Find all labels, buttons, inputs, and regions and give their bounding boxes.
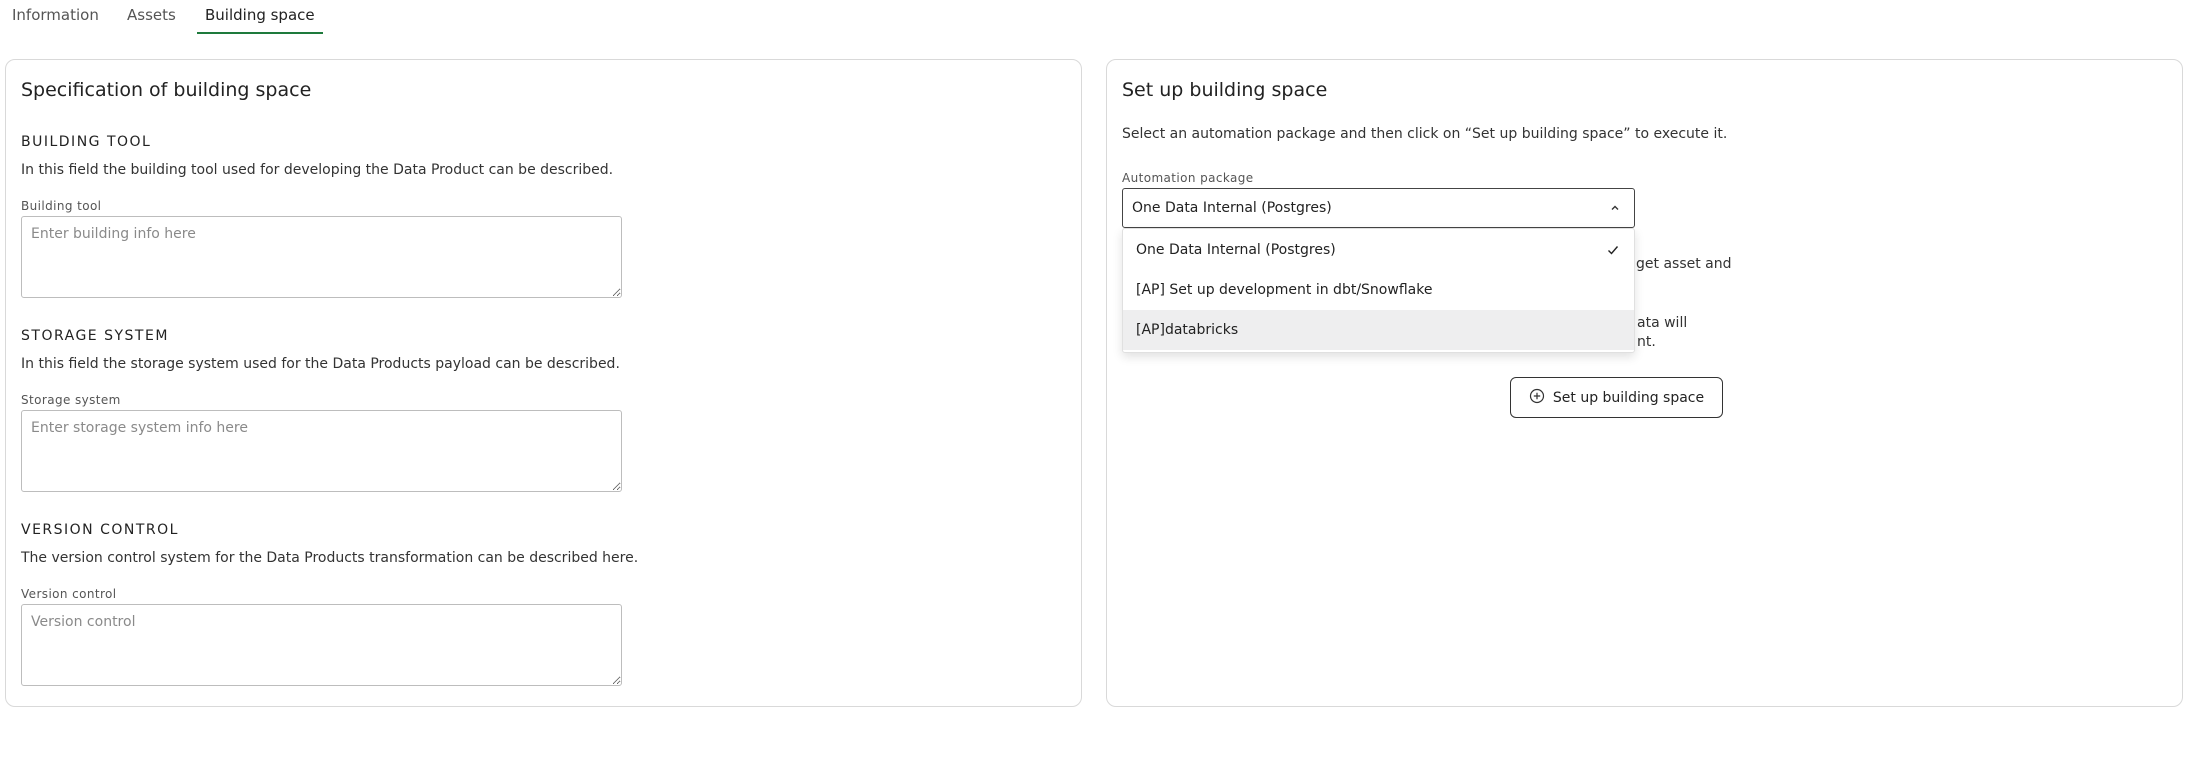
version-control-input[interactable] [21,604,622,686]
setup-description: Select an automation package and then cl… [1122,126,1728,142]
version-control-heading: VERSION CONTROL [21,522,179,538]
option-label: One Data Internal (Postgres) [1136,242,1336,258]
dropdown-option[interactable]: [AP] Set up development in dbt/Snowflake [1123,270,1634,310]
automation-package-value: One Data Internal (Postgres) [1132,200,1332,216]
dropdown-option[interactable]: [AP]databricks [1123,310,1634,350]
specification-title: Specification of building space [21,79,312,101]
automation-package-dropdown: One Data Internal (Postgres) [AP] Set up… [1122,228,1635,353]
dropdown-option[interactable]: One Data Internal (Postgres) [1123,230,1634,270]
info-text-partial-2: ata will [1637,315,1688,331]
automation-package-label: Automation package [1122,171,1254,185]
automation-package-select[interactable]: One Data Internal (Postgres) [1122,188,1635,228]
storage-system-heading: STORAGE SYSTEM [21,328,169,344]
tab-information[interactable]: Information [12,6,99,34]
info-text-partial-1: get asset and [1636,256,1732,272]
storage-system-label: Storage system [21,393,121,407]
setup-building-space-button[interactable]: Set up building space [1510,377,1723,418]
setup-title: Set up building space [1122,79,1328,101]
building-tool-input[interactable] [21,216,622,298]
storage-system-input[interactable] [21,410,622,492]
info-text-partial-3: nt. [1637,334,1656,350]
building-tool-heading: BUILDING TOOL [21,134,152,150]
building-tool-description: In this field the building tool used for… [21,162,614,178]
option-label: [AP] Set up development in dbt/Snowflake [1136,282,1433,298]
setup-button-label: Set up building space [1552,389,1705,406]
tab-building-space[interactable]: Building space [197,6,323,34]
storage-system-description: In this field the storage system used fo… [21,356,620,372]
chevron-up-icon [1608,201,1622,215]
setup-panel: Set up building space Select an automati… [1106,59,2183,707]
version-control-description: The version control system for the Data … [21,550,639,566]
version-control-label: Version control [21,587,117,601]
specification-panel: Specification of building space BUILDING… [5,59,1082,707]
option-label: [AP]databricks [1136,322,1239,338]
tab-assets[interactable]: Assets [127,6,176,34]
check-icon [1606,243,1620,257]
plus-circle-icon [1529,388,1545,408]
building-tool-label: Building tool [21,199,102,213]
